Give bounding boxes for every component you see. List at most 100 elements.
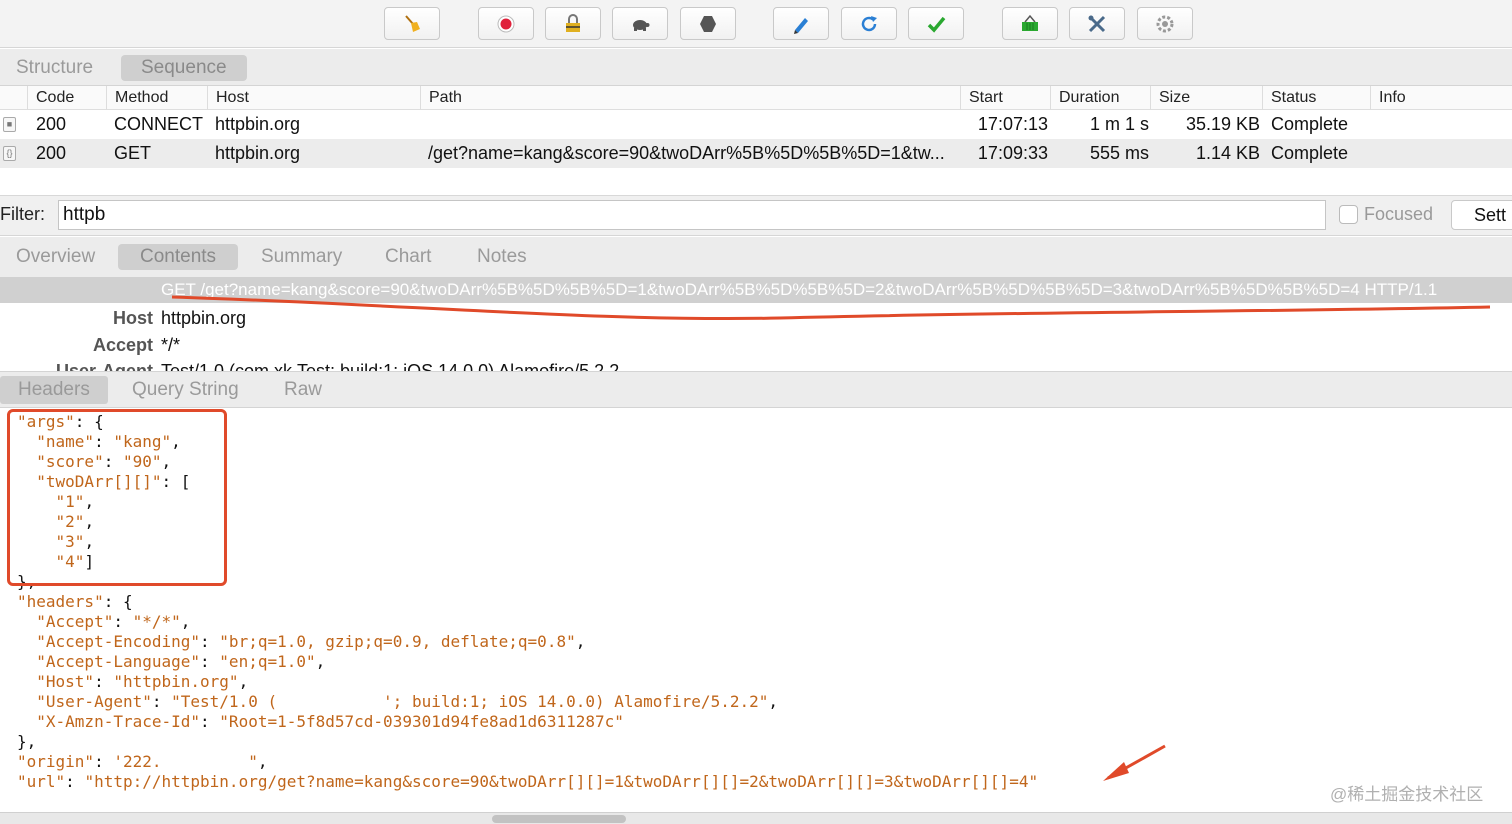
- column-status[interactable]: Status: [1262, 86, 1370, 110]
- json-line: "Host": "httpbin.org",: [17, 672, 248, 692]
- header-value: */*: [161, 335, 181, 355]
- request-headers: Host httpbin.org Accept */* User-Agent T…: [0, 303, 1512, 371]
- json-punct: ,: [575, 632, 586, 651]
- json-line: "origin": '222. ",: [17, 752, 267, 772]
- json-value: "http://httpbin.org/get?name=kang&score=…: [84, 772, 1039, 791]
- json-punct: : {: [103, 592, 133, 611]
- ssl-proxying-button[interactable]: [545, 7, 601, 40]
- ssl-lock-icon: [566, 13, 580, 32]
- filter-label: Filter:: [0, 204, 45, 224]
- lock-icon: ■: [3, 117, 16, 132]
- tab-contents[interactable]: Contents: [118, 244, 239, 270]
- row-method: CONNECT: [114, 114, 203, 134]
- tab-query-string[interactable]: Query String: [114, 376, 257, 404]
- focused-label: Focused: [1364, 204, 1434, 224]
- focused-checkbox[interactable]: [1339, 205, 1358, 224]
- json-value: "*/*": [132, 612, 181, 631]
- basket-button[interactable]: [1002, 7, 1058, 40]
- column-duration[interactable]: Duration: [1050, 86, 1150, 110]
- basket-icon: [1022, 14, 1038, 31]
- table-row[interactable]: {} 200 GET httpbin.org /get?name=kang&sc…: [0, 139, 1512, 168]
- json-punct: ,: [257, 752, 268, 771]
- row-host: httpbin.org: [215, 143, 301, 163]
- json-line: },: [17, 732, 36, 752]
- tools-icon: [1088, 15, 1106, 32]
- json-key: "Accept-Language": [17, 652, 201, 671]
- json-punct: :: [94, 752, 114, 771]
- column-method[interactable]: Method: [106, 86, 207, 110]
- tab-sequence[interactable]: Sequence: [121, 55, 247, 81]
- column-info[interactable]: Info: [1370, 86, 1512, 110]
- record-icon: [497, 15, 515, 32]
- validate-button[interactable]: [908, 7, 964, 40]
- row-duration: 1 m 1 s: [1089, 114, 1149, 134]
- scrollbar-thumb[interactable]: [492, 815, 626, 823]
- horizontal-scrollbar[interactable]: [0, 812, 1512, 824]
- json-value: "Test/1.0 ( '; build:1; iOS 14.0.0) Alam…: [171, 692, 769, 711]
- json-file-icon: {}: [3, 146, 16, 161]
- json-line: "Accept-Encoding": "br;q=1.0, gzip;q=0.9…: [17, 632, 585, 652]
- clear-button[interactable]: [384, 7, 440, 40]
- tab-raw[interactable]: Raw: [266, 376, 340, 404]
- json-punct: :: [65, 772, 85, 791]
- response-tabs: Headers Query String Raw: [0, 371, 1512, 408]
- json-punct: :: [113, 612, 133, 631]
- json-punct: :: [200, 652, 220, 671]
- header-value: Test/1.0 (com.xk.Test; build:1; iOS 14.0…: [161, 361, 620, 371]
- column-code[interactable]: Code: [27, 86, 106, 110]
- settings-button[interactable]: [1137, 7, 1193, 40]
- detail-tabs: Overview Contents Summary Chart Notes: [0, 237, 1512, 277]
- compose-button[interactable]: [773, 7, 829, 40]
- json-value: "br;q=1.0, gzip;q=0.9, deflate;q=0.8": [219, 632, 576, 651]
- header-name: Host: [113, 308, 153, 328]
- settings-gear-icon: [1156, 15, 1174, 32]
- json-key: "User-Agent": [17, 692, 152, 711]
- json-key: "Accept": [17, 612, 114, 631]
- tab-structure[interactable]: Structure: [0, 55, 113, 81]
- request-line: GET /get?name=kang&score=90&twoDArr%5B%5…: [0, 277, 1512, 303]
- json-line: "Accept": "*/*",: [17, 612, 190, 632]
- header-value: httpbin.org: [161, 308, 247, 328]
- record-button[interactable]: [478, 7, 534, 40]
- json-line: "url": "http://httpbin.org/get?name=kang…: [17, 772, 1038, 792]
- tab-overview[interactable]: Overview: [0, 244, 117, 270]
- column-host[interactable]: Host: [207, 86, 420, 110]
- tab-chart[interactable]: Chart: [363, 244, 453, 270]
- json-value: "en;q=1.0": [219, 652, 316, 671]
- json-punct: ,: [315, 652, 326, 671]
- json-key: "Accept-Encoding": [17, 632, 201, 651]
- stop-hexagon-icon: [700, 15, 716, 32]
- row-start: 17:07:13: [977, 114, 1048, 134]
- row-host: httpbin.org: [215, 114, 301, 134]
- json-line: "Accept-Language": "en;q=1.0",: [17, 652, 325, 672]
- tab-notes[interactable]: Notes: [455, 244, 549, 270]
- column-path[interactable]: Path: [420, 86, 960, 110]
- json-key: "headers": [17, 592, 104, 611]
- row-path: [428, 110, 956, 139]
- filter-bar: Filter: httpb Focused Sett: [0, 196, 1512, 236]
- column-start[interactable]: Start: [960, 86, 1050, 110]
- row-size: 1.14 KB: [1195, 143, 1260, 163]
- compose-pen-icon: [794, 17, 808, 34]
- json-punct: },: [17, 732, 37, 751]
- breakpoints-button[interactable]: [680, 7, 736, 40]
- broom-icon: [405, 14, 420, 32]
- settings-button[interactable]: Sett: [1451, 200, 1512, 230]
- table-row[interactable]: ■ 200 CONNECT httpbin.org 17:07:13 1 m 1…: [0, 110, 1512, 139]
- json-line: "User-Agent": "Test/1.0 ( '; build:1; iO…: [17, 692, 778, 712]
- json-key: "origin": [17, 752, 95, 771]
- column-size[interactable]: Size: [1150, 86, 1262, 110]
- json-key: "Host": [17, 672, 95, 691]
- throttle-button[interactable]: [612, 7, 668, 40]
- args-highlight-box: [7, 409, 227, 586]
- tools-button[interactable]: [1069, 7, 1125, 40]
- tab-summary[interactable]: Summary: [239, 244, 364, 270]
- header-name: User-Agent: [55, 361, 153, 371]
- tab-headers[interactable]: Headers: [0, 376, 108, 404]
- watermark: @稀土掘金技术社区: [1330, 785, 1484, 804]
- throttle-turtle-icon: [633, 19, 650, 31]
- repeat-button[interactable]: [841, 7, 897, 40]
- row-method: GET: [114, 143, 152, 163]
- filter-input[interactable]: httpb: [58, 200, 1326, 230]
- json-punct: ,: [768, 692, 778, 711]
